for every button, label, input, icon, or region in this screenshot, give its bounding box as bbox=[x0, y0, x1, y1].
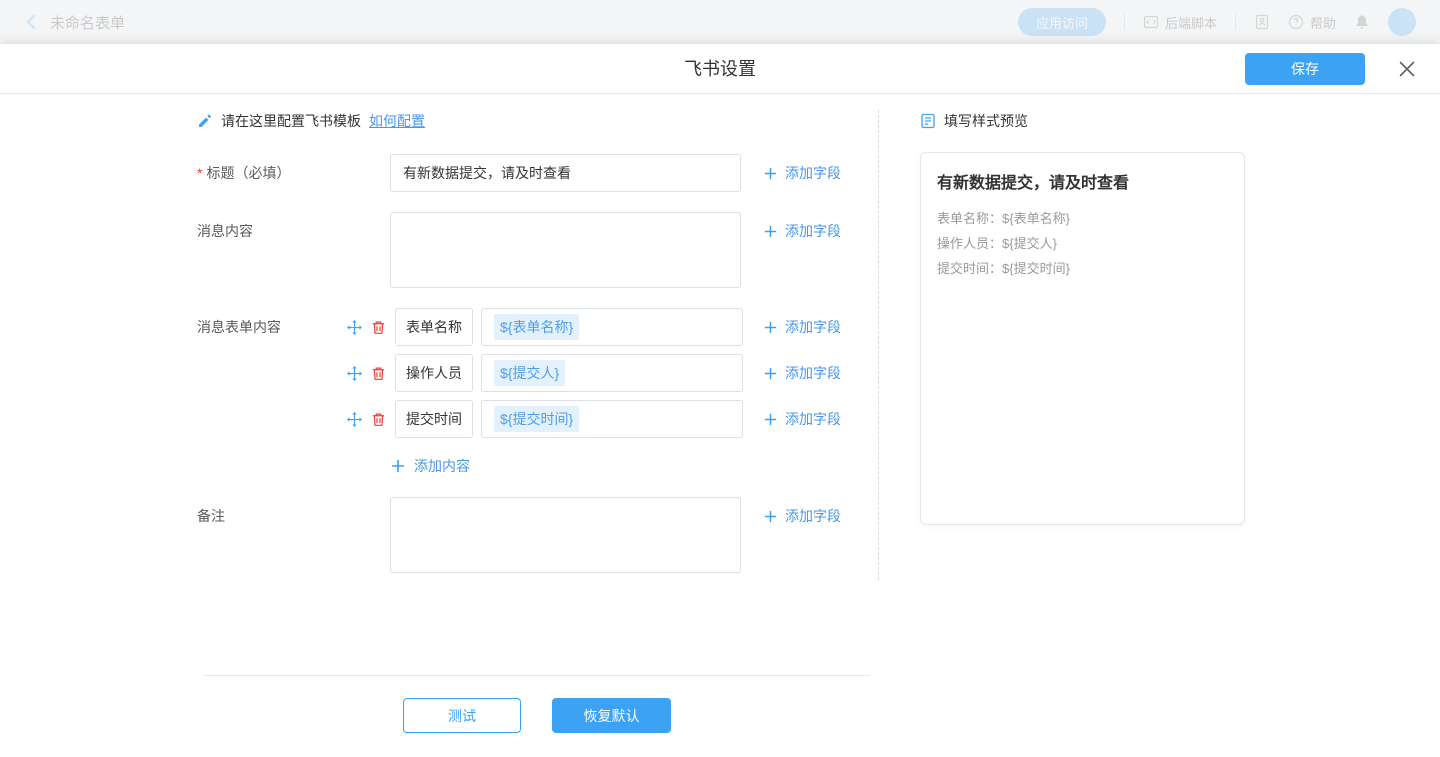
script-icon bbox=[1143, 14, 1159, 30]
plus-icon bbox=[763, 412, 778, 427]
row-value-field[interactable]: ${提交人} bbox=[481, 354, 743, 392]
document-preview-icon bbox=[920, 113, 936, 129]
add-content-button[interactable]: 添加内容 bbox=[390, 455, 470, 477]
save-button[interactable]: 保存 bbox=[1245, 53, 1365, 85]
preview-line: 表单名称：${表单名称} bbox=[937, 206, 1228, 231]
add-field-button-row2[interactable]: 添加字段 bbox=[763, 354, 841, 392]
feishu-settings-modal: 飞书设置 保存 请在这里配置飞书模板 如何配置 *标题（必填） bbox=[0, 44, 1440, 757]
plus-icon bbox=[763, 224, 778, 239]
app-window: 未命名表单 应用访问 后端脚本 bbox=[0, 0, 1440, 757]
plus-icon bbox=[763, 166, 778, 181]
hint-text: 请在这里配置飞书模板 bbox=[221, 111, 361, 131]
modal-header: 飞书设置 保存 bbox=[0, 44, 1440, 94]
message-field-label: 消息内容 bbox=[197, 212, 253, 250]
row-key-input[interactable] bbox=[395, 354, 473, 392]
help-button[interactable]: 帮助 bbox=[1288, 13, 1336, 32]
delete-row-icon[interactable] bbox=[371, 366, 386, 381]
add-field-button-message[interactable]: 添加字段 bbox=[763, 212, 841, 250]
column-divider bbox=[878, 110, 879, 580]
add-field-button-row1[interactable]: 添加字段 bbox=[763, 308, 841, 346]
template-hint: 请在这里配置飞书模板 如何配置 bbox=[197, 110, 425, 132]
preview-card: 有新数据提交，请及时查看 表单名称：${表单名称} 操作人员：${提交人} 提交… bbox=[920, 152, 1245, 525]
field-token: ${提交人} bbox=[494, 360, 565, 386]
row-key-input[interactable] bbox=[395, 308, 473, 346]
app-access-button[interactable]: 应用访问 bbox=[1018, 8, 1106, 36]
close-button[interactable] bbox=[1396, 58, 1418, 80]
plus-icon bbox=[763, 320, 778, 335]
back-chevron-icon[interactable] bbox=[24, 14, 40, 30]
restore-default-button[interactable]: 恢复默认 bbox=[552, 698, 671, 733]
add-field-button-remark[interactable]: 添加字段 bbox=[763, 497, 841, 535]
remark-field-label: 备注 bbox=[197, 497, 225, 535]
preview-header: 填写样式预览 bbox=[920, 110, 1028, 132]
form-title: 未命名表单 bbox=[50, 12, 125, 33]
drag-move-icon[interactable] bbox=[347, 412, 362, 427]
user-avatar[interactable] bbox=[1388, 8, 1416, 36]
bell-icon[interactable] bbox=[1354, 14, 1370, 30]
field-token: ${表单名称} bbox=[494, 314, 579, 340]
form-content-row: ${提交时间} bbox=[347, 400, 743, 438]
title-input[interactable] bbox=[390, 154, 741, 192]
delete-row-icon[interactable] bbox=[371, 412, 386, 427]
backend-script-button[interactable]: 后端脚本 bbox=[1143, 13, 1217, 32]
delete-row-icon[interactable] bbox=[371, 320, 386, 335]
title-field-label: *标题（必填） bbox=[197, 154, 290, 192]
remark-textarea[interactable] bbox=[390, 497, 741, 573]
form-content-row: ${表单名称} bbox=[347, 308, 743, 346]
topbar-divider bbox=[1124, 14, 1125, 30]
row-value-field[interactable]: ${表单名称} bbox=[481, 308, 743, 346]
plus-icon bbox=[390, 458, 406, 474]
background-topbar: 未命名表单 应用访问 后端脚本 bbox=[0, 0, 1440, 44]
drag-move-icon[interactable] bbox=[347, 320, 362, 335]
id-badge-icon[interactable] bbox=[1254, 14, 1270, 30]
modal-body: 请在这里配置飞书模板 如何配置 *标题（必填） 添加字段 消息内容 bbox=[0, 94, 1440, 756]
question-circle-icon bbox=[1288, 14, 1304, 30]
modal-title: 飞书设置 bbox=[0, 44, 1440, 94]
footer-divider bbox=[205, 675, 870, 676]
preview-line: 提交时间：${提交时间} bbox=[937, 256, 1228, 281]
drag-move-icon[interactable] bbox=[347, 366, 362, 381]
topbar-divider bbox=[1235, 14, 1236, 30]
how-to-configure-link[interactable]: 如何配置 bbox=[369, 111, 425, 131]
test-button[interactable]: 测试 bbox=[403, 698, 521, 733]
plus-icon bbox=[763, 366, 778, 381]
form-content-label: 消息表单内容 bbox=[197, 308, 281, 346]
row-key-input[interactable] bbox=[395, 400, 473, 438]
preview-line: 操作人员：${提交人} bbox=[937, 231, 1228, 256]
required-mark: * bbox=[197, 165, 202, 181]
plus-icon bbox=[763, 509, 778, 524]
form-content-row: ${提交人} bbox=[347, 354, 743, 392]
add-field-button-title[interactable]: 添加字段 bbox=[763, 154, 841, 192]
add-field-button-row3[interactable]: 添加字段 bbox=[763, 400, 841, 438]
pencil-icon bbox=[197, 113, 213, 129]
preview-card-title: 有新数据提交，请及时查看 bbox=[937, 173, 1228, 195]
row-value-field[interactable]: ${提交时间} bbox=[481, 400, 743, 438]
field-token: ${提交时间} bbox=[494, 406, 579, 432]
close-icon bbox=[1397, 59, 1417, 79]
message-content-textarea[interactable] bbox=[390, 212, 741, 288]
